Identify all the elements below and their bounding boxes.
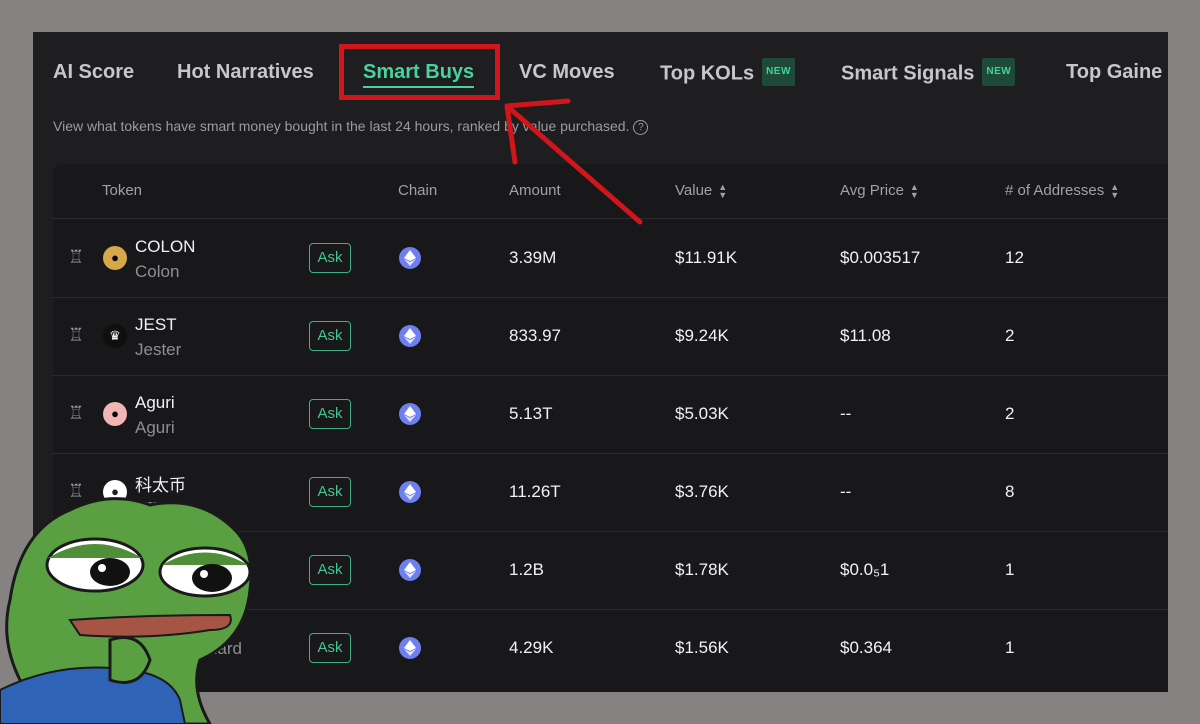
pepe-meme-sticker [0, 497, 253, 724]
